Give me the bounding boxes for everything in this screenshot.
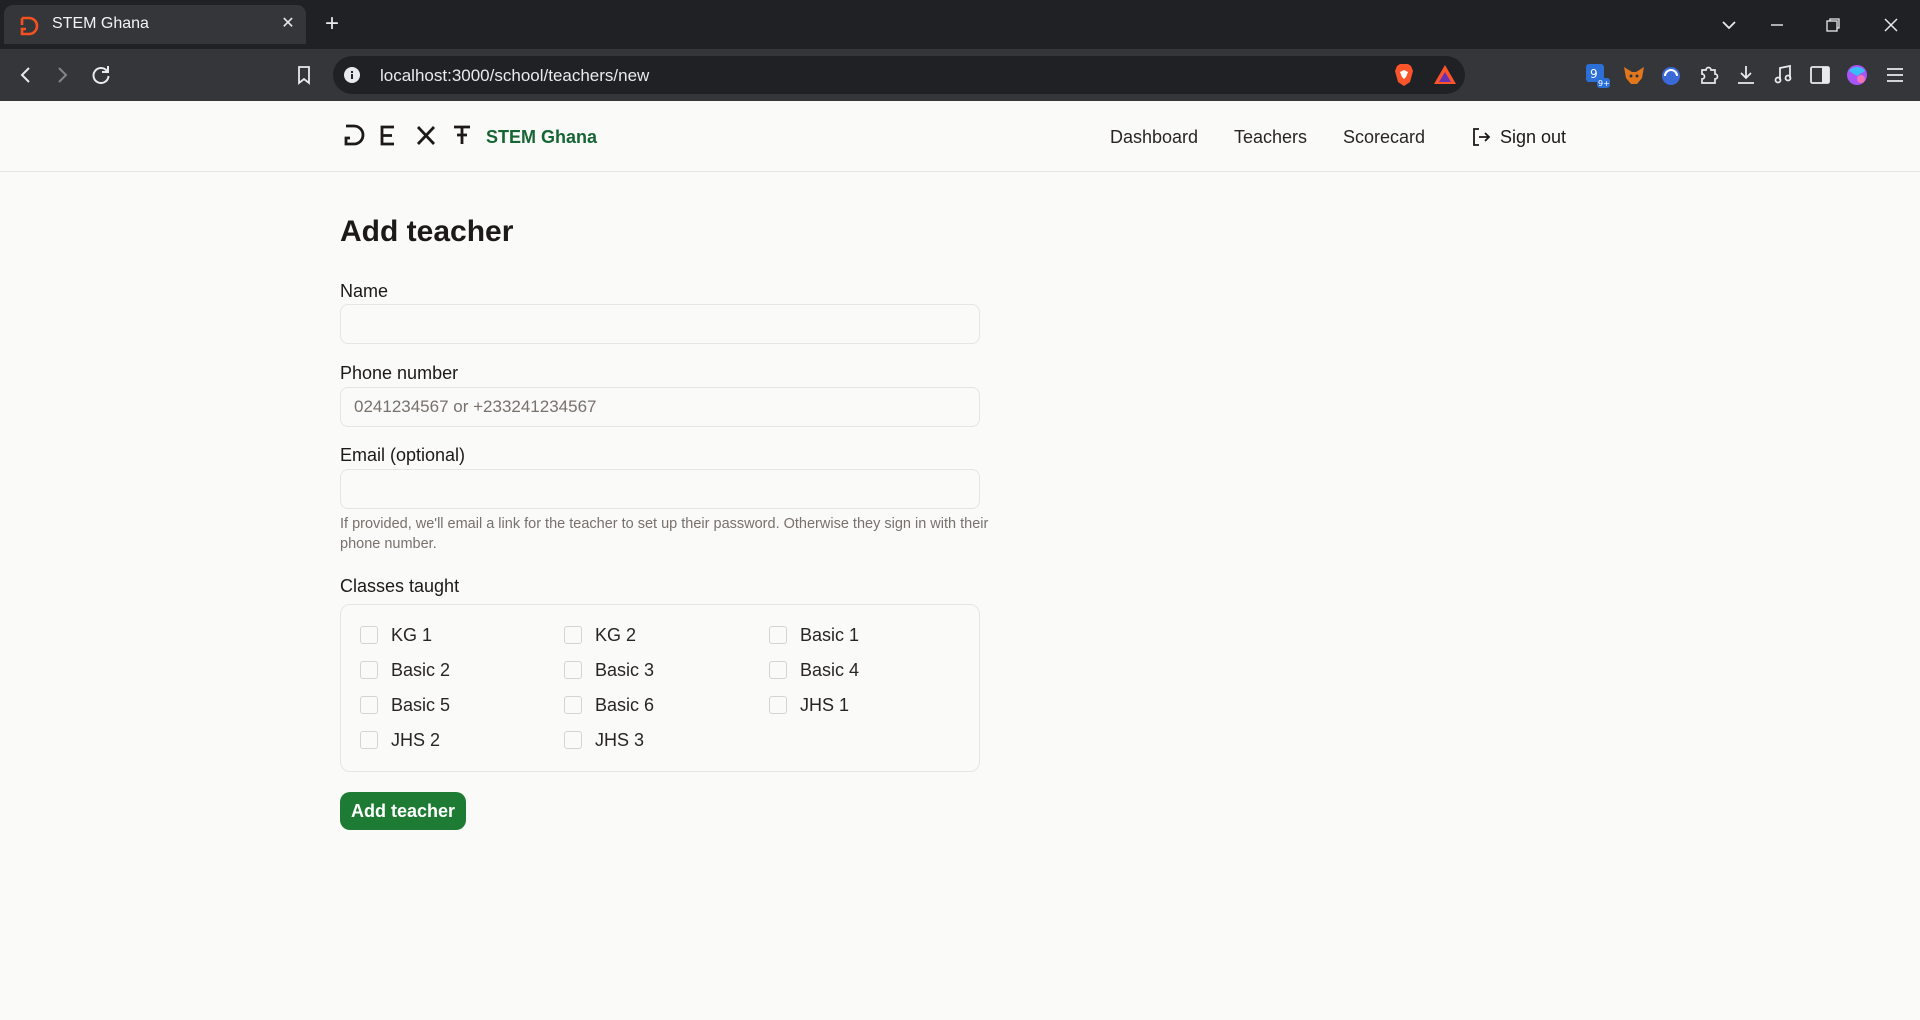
tab-title: STEM Ghana	[52, 15, 149, 32]
name-input[interactable]	[340, 304, 980, 344]
dext-logo[interactable]	[344, 124, 470, 146]
class-option-basic4[interactable]: Basic 4	[769, 658, 859, 682]
nav-scorecard[interactable]: Scorecard	[1343, 127, 1425, 148]
class-label: Basic 6	[595, 694, 655, 715]
url-text: localhost:3000/school/teachers/new	[380, 66, 650, 85]
class-checkbox[interactable]	[564, 731, 582, 749]
class-checkbox[interactable]	[360, 731, 378, 749]
class-option-kg1[interactable]: KG 1	[360, 623, 432, 647]
extension-badge-icon[interactable]: 99+	[1583, 61, 1611, 89]
class-checkbox[interactable]	[564, 626, 582, 644]
sign-out-button[interactable]: Sign out	[1470, 125, 1566, 149]
metamask-fox-icon[interactable]	[1620, 61, 1648, 89]
class-label: Basic 1	[800, 624, 860, 645]
brave-rewards-icon[interactable]	[1431, 61, 1459, 89]
sign-out-label: Sign out	[1500, 126, 1567, 147]
cloud-extension-icon[interactable]	[1657, 61, 1685, 89]
downloads-icon[interactable]	[1732, 61, 1760, 89]
profile-avatar-icon[interactable]	[1843, 61, 1871, 89]
class-label: KG 2	[595, 624, 637, 645]
tab-search-chevron-icon[interactable]	[1716, 12, 1742, 38]
address-bar[interactable]: localhost:3000/school/teachers/new	[333, 56, 1465, 94]
email-label: Email (optional)	[340, 445, 466, 465]
minimize-icon[interactable]	[1764, 12, 1790, 38]
class-option-basic6[interactable]: Basic 6	[564, 693, 654, 717]
class-option-basic3[interactable]: Basic 3	[564, 658, 654, 682]
class-checkbox[interactable]	[360, 626, 378, 644]
class-label: KG 1	[391, 624, 433, 645]
svg-text:9: 9	[1590, 67, 1598, 81]
new-tab-icon[interactable]: +	[319, 11, 345, 37]
class-label: Basic 2	[391, 659, 451, 680]
browser-tabstrip: STEM Ghana ✕ +	[0, 0, 1920, 49]
page-content: STEM Ghana Dashboard Teachers Scorecard …	[0, 101, 1920, 1020]
class-option-kg2[interactable]: KG 2	[564, 623, 636, 647]
class-label: JHS 2	[391, 729, 441, 750]
media-music-icon[interactable]	[1769, 61, 1797, 89]
brave-shields-icon[interactable]	[1390, 61, 1418, 89]
add-teacher-button[interactable]: Add teacher	[340, 792, 466, 830]
browser-toolbar: localhost:3000/school/teachers/new 9 9+	[0, 49, 1920, 101]
dext-favicon-icon	[20, 16, 39, 36]
sign-out-icon	[1473, 128, 1491, 146]
class-checkbox[interactable]	[360, 661, 378, 679]
reload-icon[interactable]	[87, 61, 115, 89]
class-option-basic1[interactable]: Basic 1	[769, 623, 859, 647]
email-help-text: If provided, we'll email a link for the …	[340, 516, 989, 552]
page-title: Add teacher	[340, 215, 514, 248]
class-option-jhs1[interactable]: JHS 1	[769, 693, 849, 717]
class-checkbox[interactable]	[564, 661, 582, 679]
restore-icon[interactable]	[1820, 12, 1846, 38]
svg-text:9+: 9+	[1598, 79, 1610, 88]
class-label: JHS 3	[595, 729, 645, 750]
tab-close-icon[interactable]: ✕	[277, 13, 299, 35]
extensions-puzzle-icon[interactable]	[1695, 61, 1723, 89]
class-option-jhs3[interactable]: JHS 3	[564, 728, 644, 752]
close-window-icon[interactable]	[1878, 12, 1904, 38]
class-label: Basic 4	[800, 659, 860, 680]
sidebar-toggle-icon[interactable]	[1806, 61, 1834, 89]
class-label: JHS 1	[800, 694, 850, 715]
classes-label: Classes taught	[340, 576, 460, 596]
nav-teachers[interactable]: Teachers	[1234, 127, 1307, 148]
school-name[interactable]: STEM Ghana	[486, 127, 597, 148]
class-checkbox[interactable]	[769, 696, 787, 714]
class-option-jhs2[interactable]: JHS 2	[360, 728, 440, 752]
site-header: STEM Ghana Dashboard Teachers Scorecard …	[0, 101, 1920, 172]
email-input[interactable]	[340, 469, 980, 509]
browser-tab[interactable]: STEM Ghana ✕	[4, 5, 306, 44]
class-label: Basic 3	[595, 659, 655, 680]
class-label: Basic 5	[391, 694, 451, 715]
classes-checkbox-group: KG 1 KG 2 Basic 1 Basic 2 Basic 3 Basic …	[340, 604, 980, 772]
name-label: Name	[340, 281, 389, 301]
class-option-basic2[interactable]: Basic 2	[360, 658, 450, 682]
forward-icon[interactable]	[48, 61, 76, 89]
class-checkbox[interactable]	[769, 626, 787, 644]
class-option-basic5[interactable]: Basic 5	[360, 693, 450, 717]
nav-dashboard[interactable]: Dashboard	[1110, 127, 1198, 148]
site-info-icon[interactable]	[343, 66, 361, 84]
phone-label: Phone number	[340, 363, 459, 383]
bookmark-icon[interactable]	[290, 61, 318, 89]
browser-menu-icon[interactable]	[1881, 61, 1909, 89]
class-checkbox[interactable]	[564, 696, 582, 714]
class-checkbox[interactable]	[769, 661, 787, 679]
class-checkbox[interactable]	[360, 696, 378, 714]
phone-input[interactable]	[340, 387, 980, 427]
back-icon[interactable]	[12, 61, 40, 89]
